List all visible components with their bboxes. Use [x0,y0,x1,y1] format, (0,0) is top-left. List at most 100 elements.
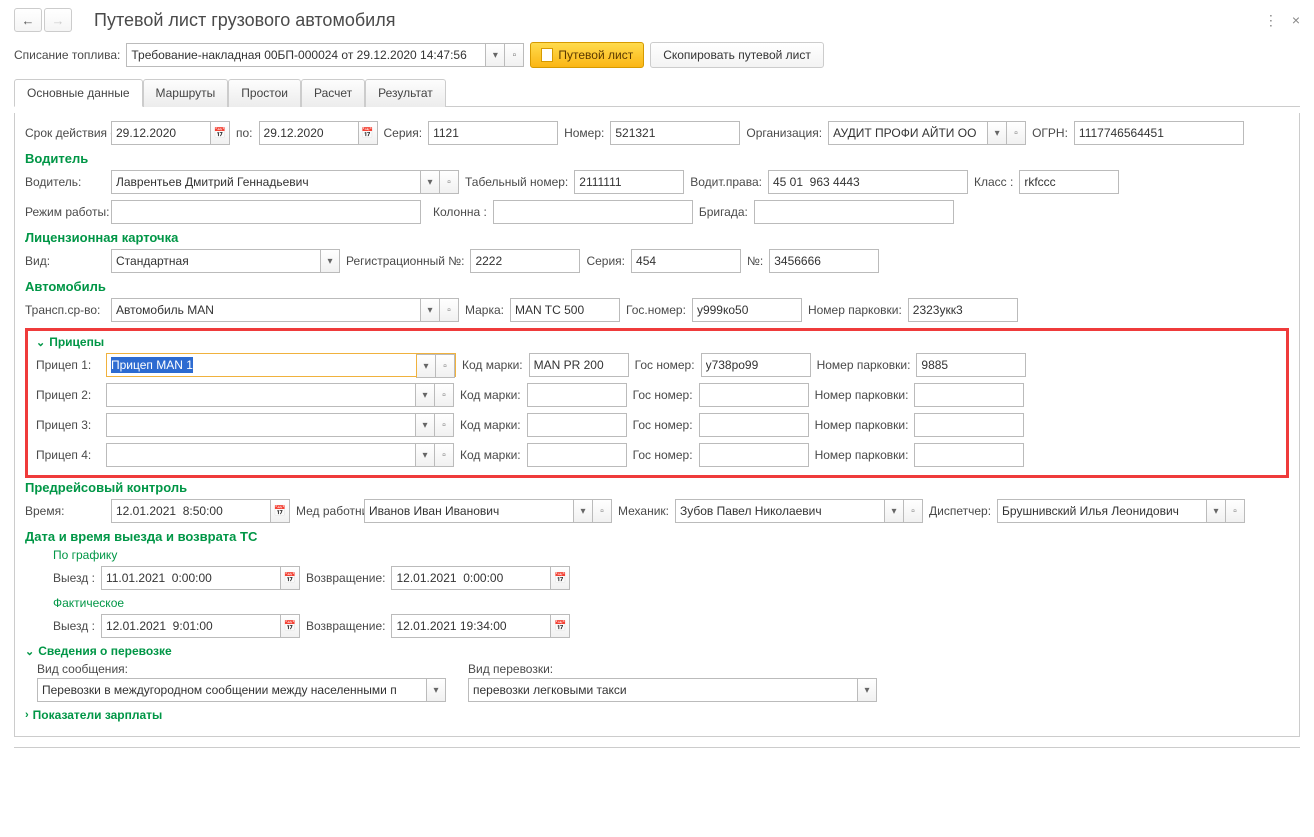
open-icon[interactable]: ▫ [903,499,923,523]
trailer3-code-input[interactable] [527,413,627,437]
waybill-button[interactable]: Путевой лист [530,42,644,68]
chevron-down-icon[interactable]: ▾ [415,383,435,407]
open-icon[interactable]: ▫ [439,298,459,322]
trailers-highlight-box: ⌄ Прицепы Прицеп 1: Прицеп MAN 1 ▾ ▫ Код… [25,328,1289,478]
open-icon[interactable]: ▫ [439,170,459,194]
ogrn-input[interactable] [1074,121,1244,145]
trailer4-plate-input[interactable] [699,443,809,467]
sched-return-input[interactable] [391,566,551,590]
act-return-input[interactable] [391,614,551,638]
act-depart-input[interactable] [101,614,281,638]
chevron-down-icon[interactable]: ▾ [416,354,436,378]
open-icon[interactable]: ▫ [1006,121,1026,145]
mech-input[interactable] [675,499,885,523]
trailer1-input[interactable]: Прицеп MAN 1 [107,354,417,376]
trans-type-input[interactable] [468,678,858,702]
lc-num-input[interactable] [769,249,879,273]
date-from-input[interactable] [111,121,211,145]
lc-series-input[interactable] [631,249,741,273]
calendar-icon[interactable]: 📅 [358,121,378,145]
license-input[interactable] [768,170,968,194]
calendar-icon[interactable]: 📅 [280,614,300,638]
trailer1-plate-input[interactable] [701,353,811,377]
pretrip-time-input[interactable] [111,499,271,523]
chevron-down-icon[interactable]: ▾ [884,499,904,523]
license-card-title: Лицензионная карточка [25,230,1289,245]
trailer3-plate-input[interactable] [699,413,809,437]
sched-depart-input[interactable] [101,566,281,590]
chevron-down-icon[interactable]: ▾ [426,678,446,702]
calendar-icon[interactable]: 📅 [280,566,300,590]
workmode-input[interactable] [111,200,421,224]
tab-calc[interactable]: Расчет [301,79,365,107]
chevron-down-icon[interactable]: ▾ [320,249,340,273]
trailer2-plate-input[interactable] [699,383,809,407]
trailer-plate-label: Гос номер: [633,388,693,402]
class-input[interactable] [1019,170,1119,194]
chevron-down-icon[interactable]: ⌄ [25,645,34,658]
tabnum-label: Табельный номер: [465,175,568,189]
med-input[interactable] [364,499,574,523]
calendar-icon[interactable]: 📅 [210,121,230,145]
chevron-down-icon[interactable]: ▾ [420,170,440,194]
trailer2-code-input[interactable] [527,383,627,407]
calendar-icon[interactable]: 📅 [550,614,570,638]
nav-forward-button[interactable]: → [44,8,72,32]
copy-waybill-button[interactable]: Скопировать путевой лист [650,42,824,68]
date-to-input[interactable] [259,121,359,145]
tab-main-data[interactable]: Основные данные [14,79,143,107]
chevron-down-icon[interactable]: ⌄ [36,336,45,349]
open-icon[interactable]: ▫ [1225,499,1245,523]
chevron-down-icon[interactable]: ▾ [987,121,1007,145]
brand-input[interactable] [510,298,620,322]
depart-label: Выезд : [53,619,95,633]
tabnum-input[interactable] [574,170,684,194]
open-icon[interactable]: ▫ [435,354,455,378]
fuel-writeoff-open-icon[interactable]: ▫ [504,43,524,67]
calendar-icon[interactable]: 📅 [270,499,290,523]
tab-idle[interactable]: Простои [228,79,301,107]
open-icon[interactable]: ▫ [592,499,612,523]
chevron-down-icon[interactable]: ▾ [415,413,435,437]
open-icon[interactable]: ▫ [434,443,454,467]
tab-result[interactable]: Результат [365,79,446,107]
calendar-icon[interactable]: 📅 [550,566,570,590]
open-icon[interactable]: ▫ [434,383,454,407]
nav-back-button[interactable]: ← [14,8,42,32]
number-input[interactable] [610,121,740,145]
trailer2-input[interactable] [106,383,416,407]
close-icon[interactable]: × [1292,12,1300,29]
fuel-writeoff-input[interactable] [126,43,486,67]
trans-input[interactable] [111,298,421,322]
chevron-down-icon[interactable]: ▾ [1206,499,1226,523]
lc-series-label: Серия: [586,254,625,268]
lc-regnum-input[interactable] [470,249,580,273]
disp-input[interactable] [997,499,1207,523]
lc-type-input[interactable] [111,249,321,273]
trailer1-parking-input[interactable] [916,353,1026,377]
kebab-icon[interactable]: ⋮ [1264,12,1278,29]
chevron-down-icon[interactable]: ▾ [415,443,435,467]
chevron-down-icon[interactable]: ▾ [420,298,440,322]
brigade-input[interactable] [754,200,954,224]
open-icon[interactable]: ▫ [434,413,454,437]
chevron-right-icon[interactable]: › [25,709,29,721]
trailer3-parking-input[interactable] [914,413,1024,437]
driver-input[interactable] [111,170,421,194]
plate-input[interactable] [692,298,802,322]
msg-type-input[interactable] [37,678,427,702]
chevron-down-icon[interactable]: ▾ [573,499,593,523]
parking-input[interactable] [908,298,1018,322]
series-input[interactable] [428,121,558,145]
chevron-down-icon[interactable]: ▾ [857,678,877,702]
org-input[interactable] [828,121,988,145]
trailer4-input[interactable] [106,443,416,467]
column-input[interactable] [493,200,693,224]
trailer2-parking-input[interactable] [914,383,1024,407]
fuel-writeoff-dropdown-icon[interactable]: ▾ [485,43,505,67]
trailer1-code-input[interactable] [529,353,629,377]
trailer4-parking-input[interactable] [914,443,1024,467]
tab-routes[interactable]: Маршруты [143,79,229,107]
trailer4-code-input[interactable] [527,443,627,467]
trailer3-input[interactable] [106,413,416,437]
